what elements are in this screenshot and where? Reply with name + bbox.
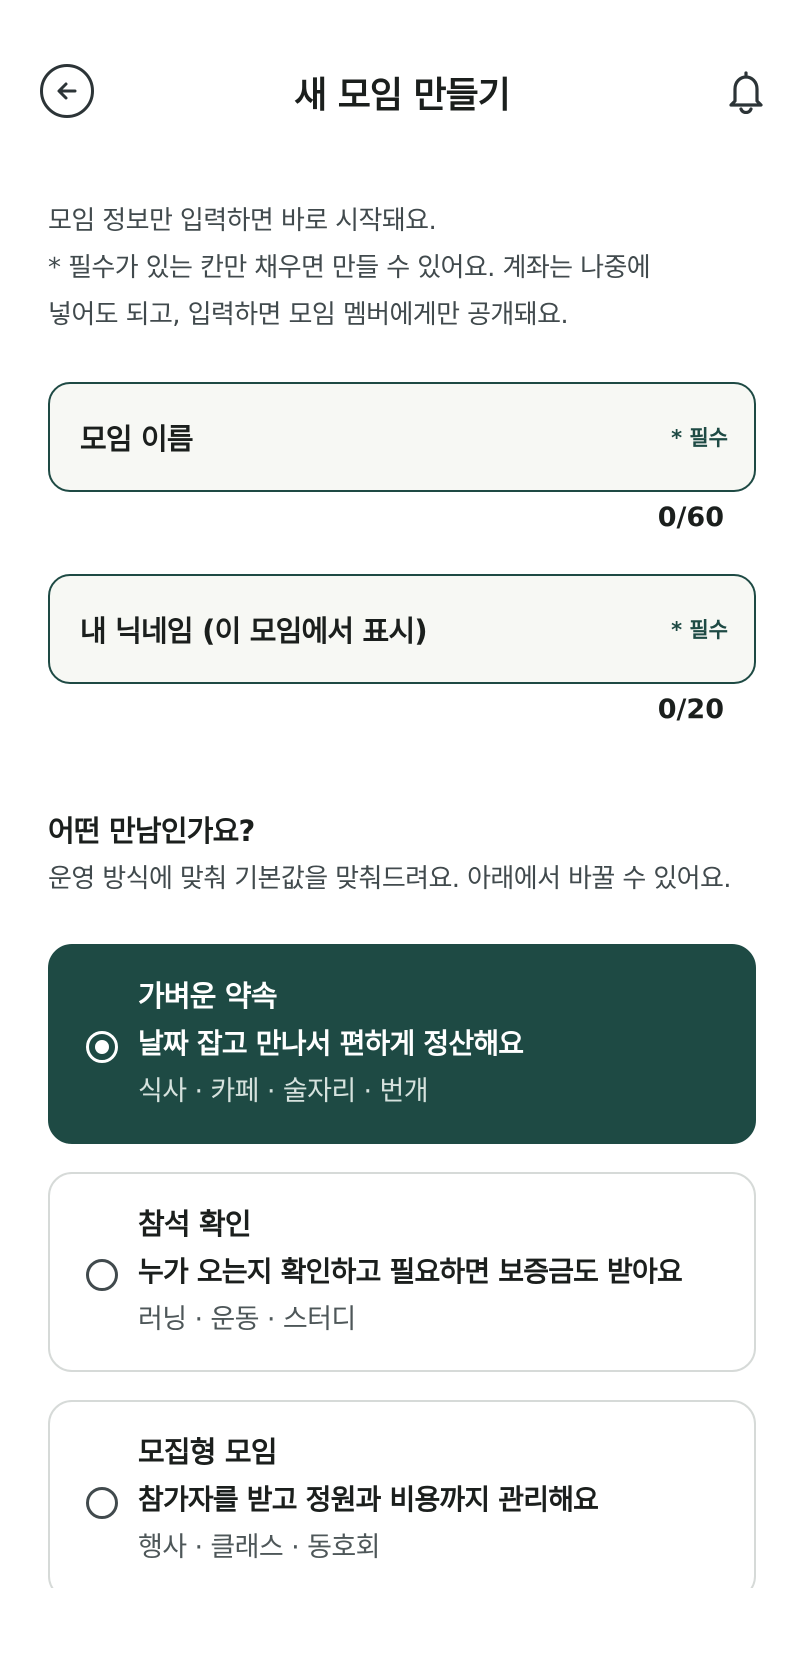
required-badge: * 필수 <box>671 618 728 642</box>
intro-text: 모임 정보만 입력하면 바로 시작돼요. * 필수가 있는 칸만 채우면 만들 … <box>48 198 768 339</box>
scroll-clip <box>0 1588 804 1659</box>
intro-line: * 필수가 있는 칸만 채우면 만들 수 있어요. 계좌는 나중에 <box>48 253 651 283</box>
required-badge: * 필수 <box>671 426 728 450</box>
group-name-counter: 0/60 <box>657 502 724 533</box>
notifications-button[interactable] <box>718 64 774 120</box>
meeting-type-desc: 운영 방식에 맞춰 기본값을 맞춰드려요. 아래에서 바꿀 수 있어요. <box>48 864 732 894</box>
option-desc: 날짜 잡고 만나서 편하게 정산해요 <box>138 1027 524 1060</box>
intro-line: 넣어도 되고, 입력하면 모임 멤버에게만 공개돼요. <box>48 300 569 330</box>
option-desc: 누가 오는지 확인하고 필요하면 보증금도 받아요 <box>138 1255 683 1288</box>
intro-line: 모임 정보만 입력하면 바로 시작돼요. <box>48 206 437 236</box>
meeting-type-title: 어떤 만남인가요? <box>48 814 255 848</box>
option-attendance-check[interactable]: 참석 확인 누가 오는지 확인하고 필요하면 보증금도 받아요 러닝 · 운동 … <box>48 1172 756 1372</box>
group-name-input[interactable]: 모임 이름 * 필수 <box>48 382 756 492</box>
nickname-counter: 0/20 <box>657 694 724 725</box>
radio-unselected-icon <box>86 1259 118 1291</box>
radio-unselected-icon <box>86 1487 118 1519</box>
bell-icon <box>729 71 763 114</box>
radio-selected-icon <box>86 1031 118 1063</box>
option-name: 가벼운 약속 <box>138 979 278 1013</box>
option-tags: 식사 · 카페 · 술자리 · 번개 <box>138 1076 429 1107</box>
group-name-placeholder: 모임 이름 <box>80 422 194 456</box>
option-name: 모집형 모임 <box>138 1435 278 1469</box>
app-header: 새 모임 만들기 <box>0 0 804 180</box>
nickname-input[interactable]: 내 닉네임 (이 모임에서 표시) * 필수 <box>48 574 756 684</box>
option-recruitment-group[interactable]: 모집형 모임 참가자를 받고 정원과 비용까지 관리해요 행사 · 클래스 · … <box>48 1400 756 1600</box>
page-title: 새 모임 만들기 <box>294 75 511 116</box>
option-tags: 행사 · 클래스 · 동호회 <box>138 1532 380 1563</box>
option-light-appointment[interactable]: 가벼운 약속 날짜 잡고 만나서 편하게 정산해요 식사 · 카페 · 술자리 … <box>48 944 756 1144</box>
nickname-placeholder: 내 닉네임 (이 모임에서 표시) <box>80 614 428 648</box>
option-tags: 러닝 · 운동 · 스터디 <box>138 1304 356 1335</box>
option-name: 참석 확인 <box>138 1207 252 1241</box>
option-desc: 참가자를 받고 정원과 비용까지 관리해요 <box>138 1483 599 1516</box>
